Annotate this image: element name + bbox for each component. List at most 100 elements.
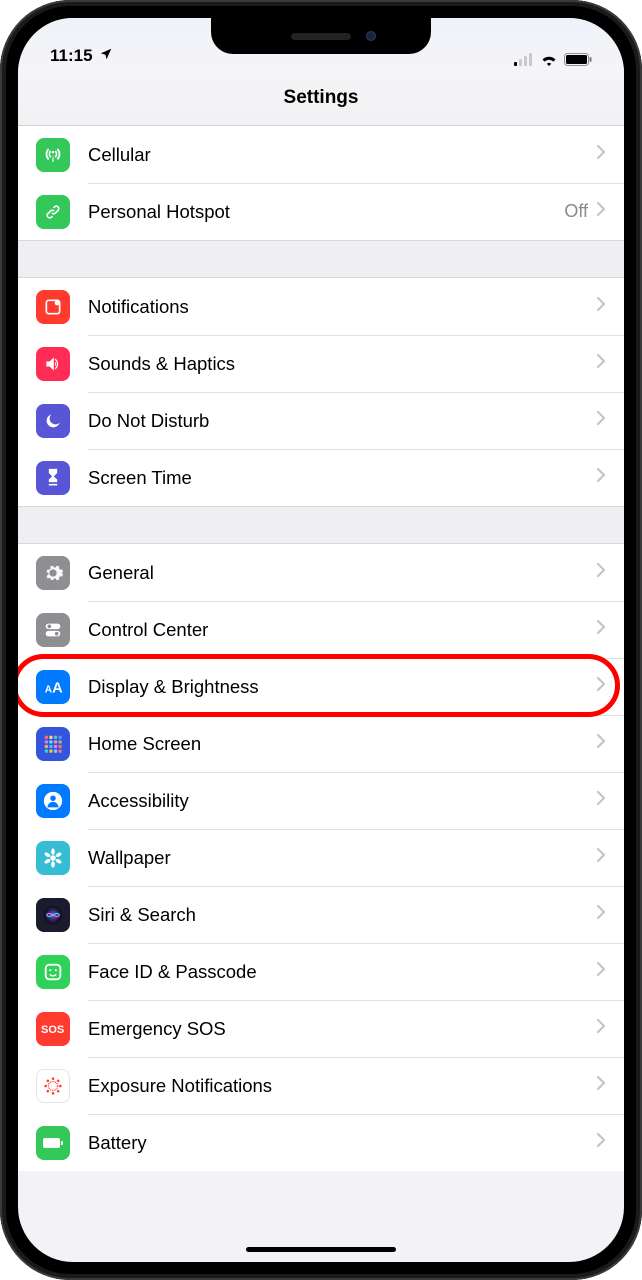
antenna-icon — [36, 138, 70, 172]
chevron-right-icon — [596, 733, 606, 754]
row-label: Sounds & Haptics — [88, 353, 596, 375]
link-chain-icon — [36, 195, 70, 229]
chevron-right-icon — [596, 353, 606, 374]
moon-icon — [36, 404, 70, 438]
bell-square-icon — [36, 290, 70, 324]
row-separator — [88, 335, 624, 336]
device-frame: 11:15 — [0, 0, 642, 1280]
row-label: General — [88, 562, 596, 584]
settings-row-faceid[interactable]: Face ID & Passcode — [18, 943, 624, 1000]
row-label: Battery — [88, 1132, 596, 1154]
row-separator — [88, 1000, 624, 1001]
screen: 11:15 — [18, 18, 624, 1262]
status-time: 11:15 — [50, 46, 93, 66]
row-separator — [88, 392, 624, 393]
wifi-icon — [540, 53, 558, 66]
row-label: Siri & Search — [88, 904, 596, 926]
notch — [211, 18, 431, 54]
row-label: Home Screen — [88, 733, 596, 755]
chevron-right-icon — [596, 847, 606, 868]
row-separator — [88, 183, 624, 184]
virus-icon — [36, 1069, 70, 1103]
row-label: Personal Hotspot — [88, 201, 564, 223]
settings-row-hotspot[interactable]: Personal HotspotOff — [18, 183, 624, 240]
chevron-right-icon — [596, 1132, 606, 1153]
settings-row-sos[interactable]: SOS Emergency SOS — [18, 1000, 624, 1057]
row-separator — [88, 772, 624, 773]
settings-row-siri[interactable]: Siri & Search — [18, 886, 624, 943]
page-title: Settings — [284, 87, 359, 109]
row-label: Accessibility — [88, 790, 596, 812]
row-separator — [88, 658, 624, 659]
battery-icon — [36, 1126, 70, 1160]
siri-icon — [36, 898, 70, 932]
front-camera — [366, 31, 376, 41]
chevron-right-icon — [596, 790, 606, 811]
row-separator — [88, 1114, 624, 1115]
settings-row-cellular[interactable]: Cellular — [18, 126, 624, 183]
row-separator — [88, 943, 624, 944]
text-size-icon: AA — [36, 670, 70, 704]
nav-header: Settings — [18, 70, 624, 126]
row-label: Display & Brightness — [88, 676, 596, 698]
group-separator — [18, 240, 624, 278]
flower-icon — [36, 841, 70, 875]
row-value: Off — [564, 201, 588, 222]
chevron-right-icon — [596, 904, 606, 925]
settings-row-sounds[interactable]: Sounds & Haptics — [18, 335, 624, 392]
group-separator — [18, 506, 624, 544]
status-right — [514, 53, 592, 66]
status-left: 11:15 — [50, 46, 113, 66]
row-label: Cellular — [88, 144, 596, 166]
settings-row-screentime[interactable]: Screen Time — [18, 449, 624, 506]
row-label: Do Not Disturb — [88, 410, 596, 432]
chevron-right-icon — [596, 1075, 606, 1096]
row-label: Control Center — [88, 619, 596, 641]
chevron-right-icon — [596, 619, 606, 640]
svg-text:A: A — [52, 680, 63, 696]
location-arrow-icon — [99, 46, 113, 66]
row-label: Face ID & Passcode — [88, 961, 596, 983]
row-separator — [88, 1057, 624, 1058]
speaker-grille — [291, 33, 351, 40]
battery-icon — [564, 53, 592, 66]
settings-row-home[interactable]: Home Screen — [18, 715, 624, 772]
chevron-right-icon — [596, 201, 606, 222]
row-label: Notifications — [88, 296, 596, 318]
app-grid-icon — [36, 727, 70, 761]
toggles-icon — [36, 613, 70, 647]
speaker-icon — [36, 347, 70, 381]
settings-row-display[interactable]: AA Display & Brightness — [18, 658, 624, 715]
settings-row-notifications[interactable]: Notifications — [18, 278, 624, 335]
row-label: Screen Time — [88, 467, 596, 489]
hourglass-icon — [36, 461, 70, 495]
row-separator — [88, 715, 624, 716]
home-indicator[interactable] — [246, 1247, 396, 1252]
settings-row-accessibility[interactable]: Accessibility — [18, 772, 624, 829]
chevron-right-icon — [596, 676, 606, 697]
row-label: Wallpaper — [88, 847, 596, 869]
sos-text-icon: SOS — [36, 1012, 70, 1046]
chevron-right-icon — [596, 467, 606, 488]
settings-row-dnd[interactable]: Do Not Disturb — [18, 392, 624, 449]
chevron-right-icon — [596, 144, 606, 165]
cellular-signal-icon — [514, 53, 534, 66]
chevron-right-icon — [596, 410, 606, 431]
row-separator — [88, 601, 624, 602]
svg-text:SOS: SOS — [41, 1024, 64, 1036]
person-circle-icon — [36, 784, 70, 818]
settings-row-general[interactable]: General — [18, 544, 624, 601]
settings-row-control[interactable]: Control Center — [18, 601, 624, 658]
chevron-right-icon — [596, 296, 606, 317]
row-separator — [88, 886, 624, 887]
settings-row-exposure[interactable]: Exposure Notifications — [18, 1057, 624, 1114]
row-label: Exposure Notifications — [88, 1075, 596, 1097]
settings-row-wallpaper[interactable]: Wallpaper — [18, 829, 624, 886]
row-separator — [88, 449, 624, 450]
chevron-right-icon — [596, 562, 606, 583]
row-label: Emergency SOS — [88, 1018, 596, 1040]
settings-list[interactable]: Cellular Personal HotspotOff Notifications… — [18, 126, 624, 1171]
face-icon — [36, 955, 70, 989]
settings-row-battery[interactable]: Battery — [18, 1114, 624, 1171]
row-separator — [88, 829, 624, 830]
